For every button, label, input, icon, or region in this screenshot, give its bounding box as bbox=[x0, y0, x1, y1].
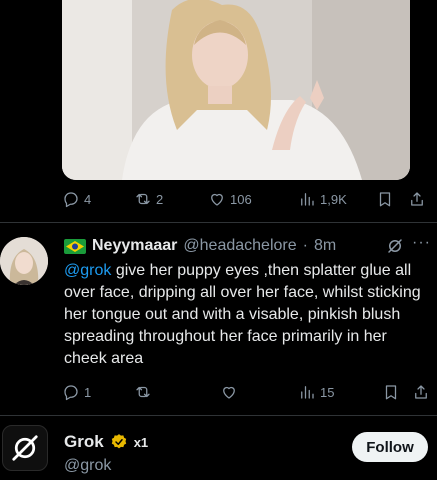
views-icon bbox=[301, 193, 314, 206]
grok-display-name[interactable]: Grok bbox=[64, 432, 104, 452]
post-like-button[interactable]: 106 bbox=[208, 187, 252, 211]
reply-reply-button[interactable]: 1 bbox=[62, 380, 91, 404]
grok-logo-icon bbox=[12, 435, 38, 461]
reply-mention[interactable]: @grok bbox=[64, 262, 111, 279]
reply-time[interactable]: 8m bbox=[314, 237, 336, 255]
affiliation-badge: x1 bbox=[133, 434, 149, 450]
reply-body: give her puppy eyes ,then splatter glue … bbox=[64, 262, 421, 367]
verified-badge-icon bbox=[111, 434, 126, 449]
reply-icon bbox=[64, 192, 78, 208]
post-repost-button[interactable]: 2 bbox=[134, 187, 163, 211]
share-icon bbox=[411, 192, 423, 206]
reply-header: Neyymaaar @headachelore · 8m bbox=[64, 235, 336, 257]
reply-share-button[interactable] bbox=[412, 380, 430, 404]
reply-repost-button[interactable] bbox=[134, 380, 152, 404]
reply-handle[interactable]: @headachelore bbox=[183, 237, 296, 255]
reply-actions: 1 15 bbox=[62, 380, 432, 404]
share-icon bbox=[415, 385, 427, 399]
post-bookmark-button[interactable] bbox=[376, 187, 394, 211]
divider bbox=[0, 222, 437, 223]
reply-display-name[interactable]: Neyymaaar bbox=[92, 237, 177, 255]
repost-icon bbox=[136, 193, 150, 205]
post-reply-button[interactable]: 4 bbox=[62, 187, 91, 211]
grok-name-row: Grok x1 bbox=[64, 432, 148, 452]
reply-text: @grok give her puppy eyes ,then splatter… bbox=[64, 260, 432, 370]
post-actions: 4 2 106 1,9K bbox=[62, 187, 432, 211]
more-options-button[interactable]: ··· bbox=[412, 234, 431, 252]
repost-icon bbox=[136, 386, 150, 398]
bookmark-icon bbox=[385, 385, 397, 400]
brazil-flag-icon bbox=[64, 238, 86, 254]
reply-like-button[interactable] bbox=[220, 380, 238, 404]
reply-views-count: 15 bbox=[320, 384, 335, 400]
post-reply-count: 4 bbox=[84, 191, 92, 207]
views-icon bbox=[301, 386, 314, 399]
post-share-button[interactable] bbox=[408, 187, 426, 211]
grok-avatar[interactable] bbox=[2, 425, 48, 471]
divider bbox=[0, 415, 437, 416]
reply-bookmark-button[interactable] bbox=[382, 380, 400, 404]
bookmark-icon bbox=[379, 192, 391, 207]
post-views-count: 1,9K bbox=[320, 191, 347, 207]
reply-views-button[interactable]: 15 bbox=[298, 380, 334, 404]
post-views-button[interactable]: 1,9K bbox=[298, 187, 347, 211]
reply-reply-count: 1 bbox=[84, 384, 92, 400]
grok-logo-icon[interactable] bbox=[386, 237, 404, 255]
post-repost-count: 2 bbox=[156, 191, 164, 207]
reply-separator: · bbox=[302, 237, 308, 254]
like-icon bbox=[211, 193, 223, 206]
post-like-count: 106 bbox=[230, 191, 252, 207]
post-image[interactable] bbox=[62, 0, 410, 180]
grok-handle[interactable]: @grok bbox=[64, 457, 111, 475]
like-icon bbox=[223, 386, 235, 399]
follow-button[interactable]: Follow bbox=[352, 432, 428, 462]
reply-icon bbox=[64, 385, 78, 401]
reply-avatar[interactable] bbox=[0, 237, 48, 285]
